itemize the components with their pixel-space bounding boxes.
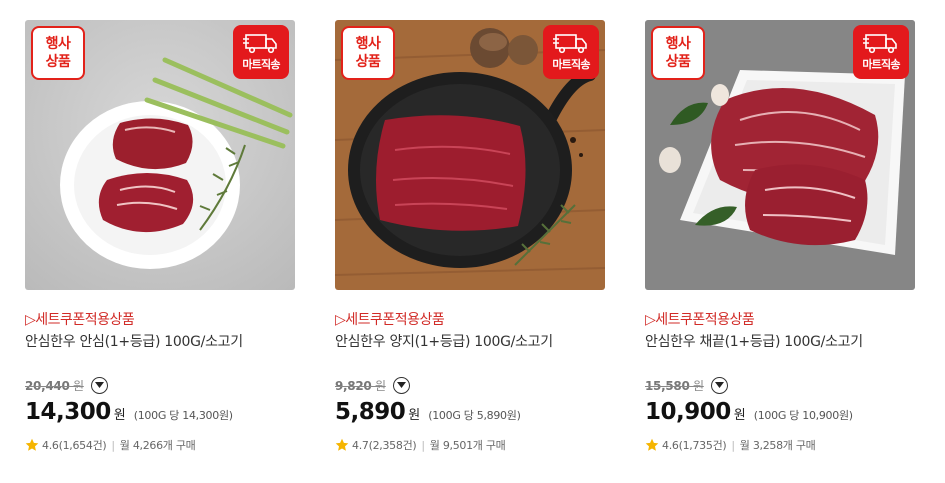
rating-text: 4.6(1,654건) <box>42 439 107 452</box>
rating-text: 4.7(2,358건) <box>352 439 417 452</box>
original-price: 15,580 원 <box>645 378 704 393</box>
chevron-down-icon <box>396 381 406 388</box>
currency-unit: 원 <box>113 408 126 423</box>
chevron-down-icon <box>714 381 724 388</box>
unit-price: (100G 당 10,900원) <box>753 409 853 422</box>
delivery-truck-icon <box>553 34 587 54</box>
discount-detail-button[interactable] <box>392 376 410 394</box>
monthly-sales: 월 3,258개 구매 <box>739 439 816 452</box>
divider: | <box>421 438 425 452</box>
star-icon <box>25 438 39 451</box>
product-image-link[interactable]: 행사 상품 마트직송 <box>25 20 295 290</box>
coupon-applicable-label[interactable]: ▷세트쿠폰적용상품 <box>645 310 915 330</box>
product-image-link[interactable]: 행사 상품 마트직송 <box>335 20 605 290</box>
mart-delivery-badge: 마트직송 <box>543 25 599 79</box>
product-name[interactable]: 안심한우 안심(1+등급) 100G/소고기 <box>25 331 295 353</box>
product-name[interactable]: 안심한우 양지(1+등급) 100G/소고기 <box>335 331 605 353</box>
product-card[interactable]: 행사 상품 마트직송 ▷세트쿠폰적용상품 안심한우 안심(1+등급) 100G/… <box>25 20 295 470</box>
star-icon <box>645 438 659 451</box>
monthly-sales: 월 4,266개 구매 <box>119 439 196 452</box>
sale-price: 5,890 <box>335 399 406 425</box>
discount-detail-button[interactable] <box>90 376 108 394</box>
mart-delivery-badge: 마트직송 <box>233 25 289 79</box>
monthly-sales: 월 9,501개 구매 <box>429 439 506 452</box>
divider: | <box>111 438 115 452</box>
product-image-link[interactable]: 행사 상품 마트직송 <box>645 20 915 290</box>
sale-price: 10,900 <box>645 399 731 425</box>
original-price: 20,440 원 <box>25 378 84 393</box>
coupon-applicable-label[interactable]: ▷세트쿠폰적용상품 <box>25 310 295 330</box>
unit-price: (100G 당 5,890원) <box>428 409 521 422</box>
product-grid: 행사 상품 마트직송 ▷세트쿠폰적용상품 안심한우 안심(1+등급) 100G/… <box>0 0 945 483</box>
product-card[interactable]: 행사 상품 마트직송 ▷세트쿠폰적용상품 안심한우 양지(1+등급) 100G/… <box>335 20 605 470</box>
event-product-badge: 행사 상품 <box>651 26 705 80</box>
rating-text: 4.6(1,735건) <box>662 439 727 452</box>
sale-price: 14,300 <box>25 399 111 425</box>
star-icon <box>335 438 349 451</box>
original-price: 9,820 원 <box>335 378 386 393</box>
currency-unit: 원 <box>408 408 421 423</box>
unit-price: (100G 당 14,300원) <box>133 409 233 422</box>
discount-detail-button[interactable] <box>710 376 728 394</box>
event-product-badge: 행사 상품 <box>341 26 395 80</box>
product-name[interactable]: 안심한우 채끝(1+등급) 100G/소고기 <box>645 331 915 353</box>
product-card[interactable]: 행사 상품 마트직송 ▷세트쿠폰적용상품 안심한우 채끝(1+등급) 100G/… <box>645 20 915 470</box>
delivery-truck-icon <box>243 34 277 54</box>
event-product-badge: 행사 상품 <box>31 26 85 80</box>
delivery-truck-icon <box>863 34 897 54</box>
chevron-down-icon <box>94 381 104 388</box>
coupon-applicable-label[interactable]: ▷세트쿠폰적용상품 <box>335 310 605 330</box>
divider: | <box>731 438 735 452</box>
currency-unit: 원 <box>733 408 746 423</box>
mart-delivery-badge: 마트직송 <box>853 25 909 79</box>
